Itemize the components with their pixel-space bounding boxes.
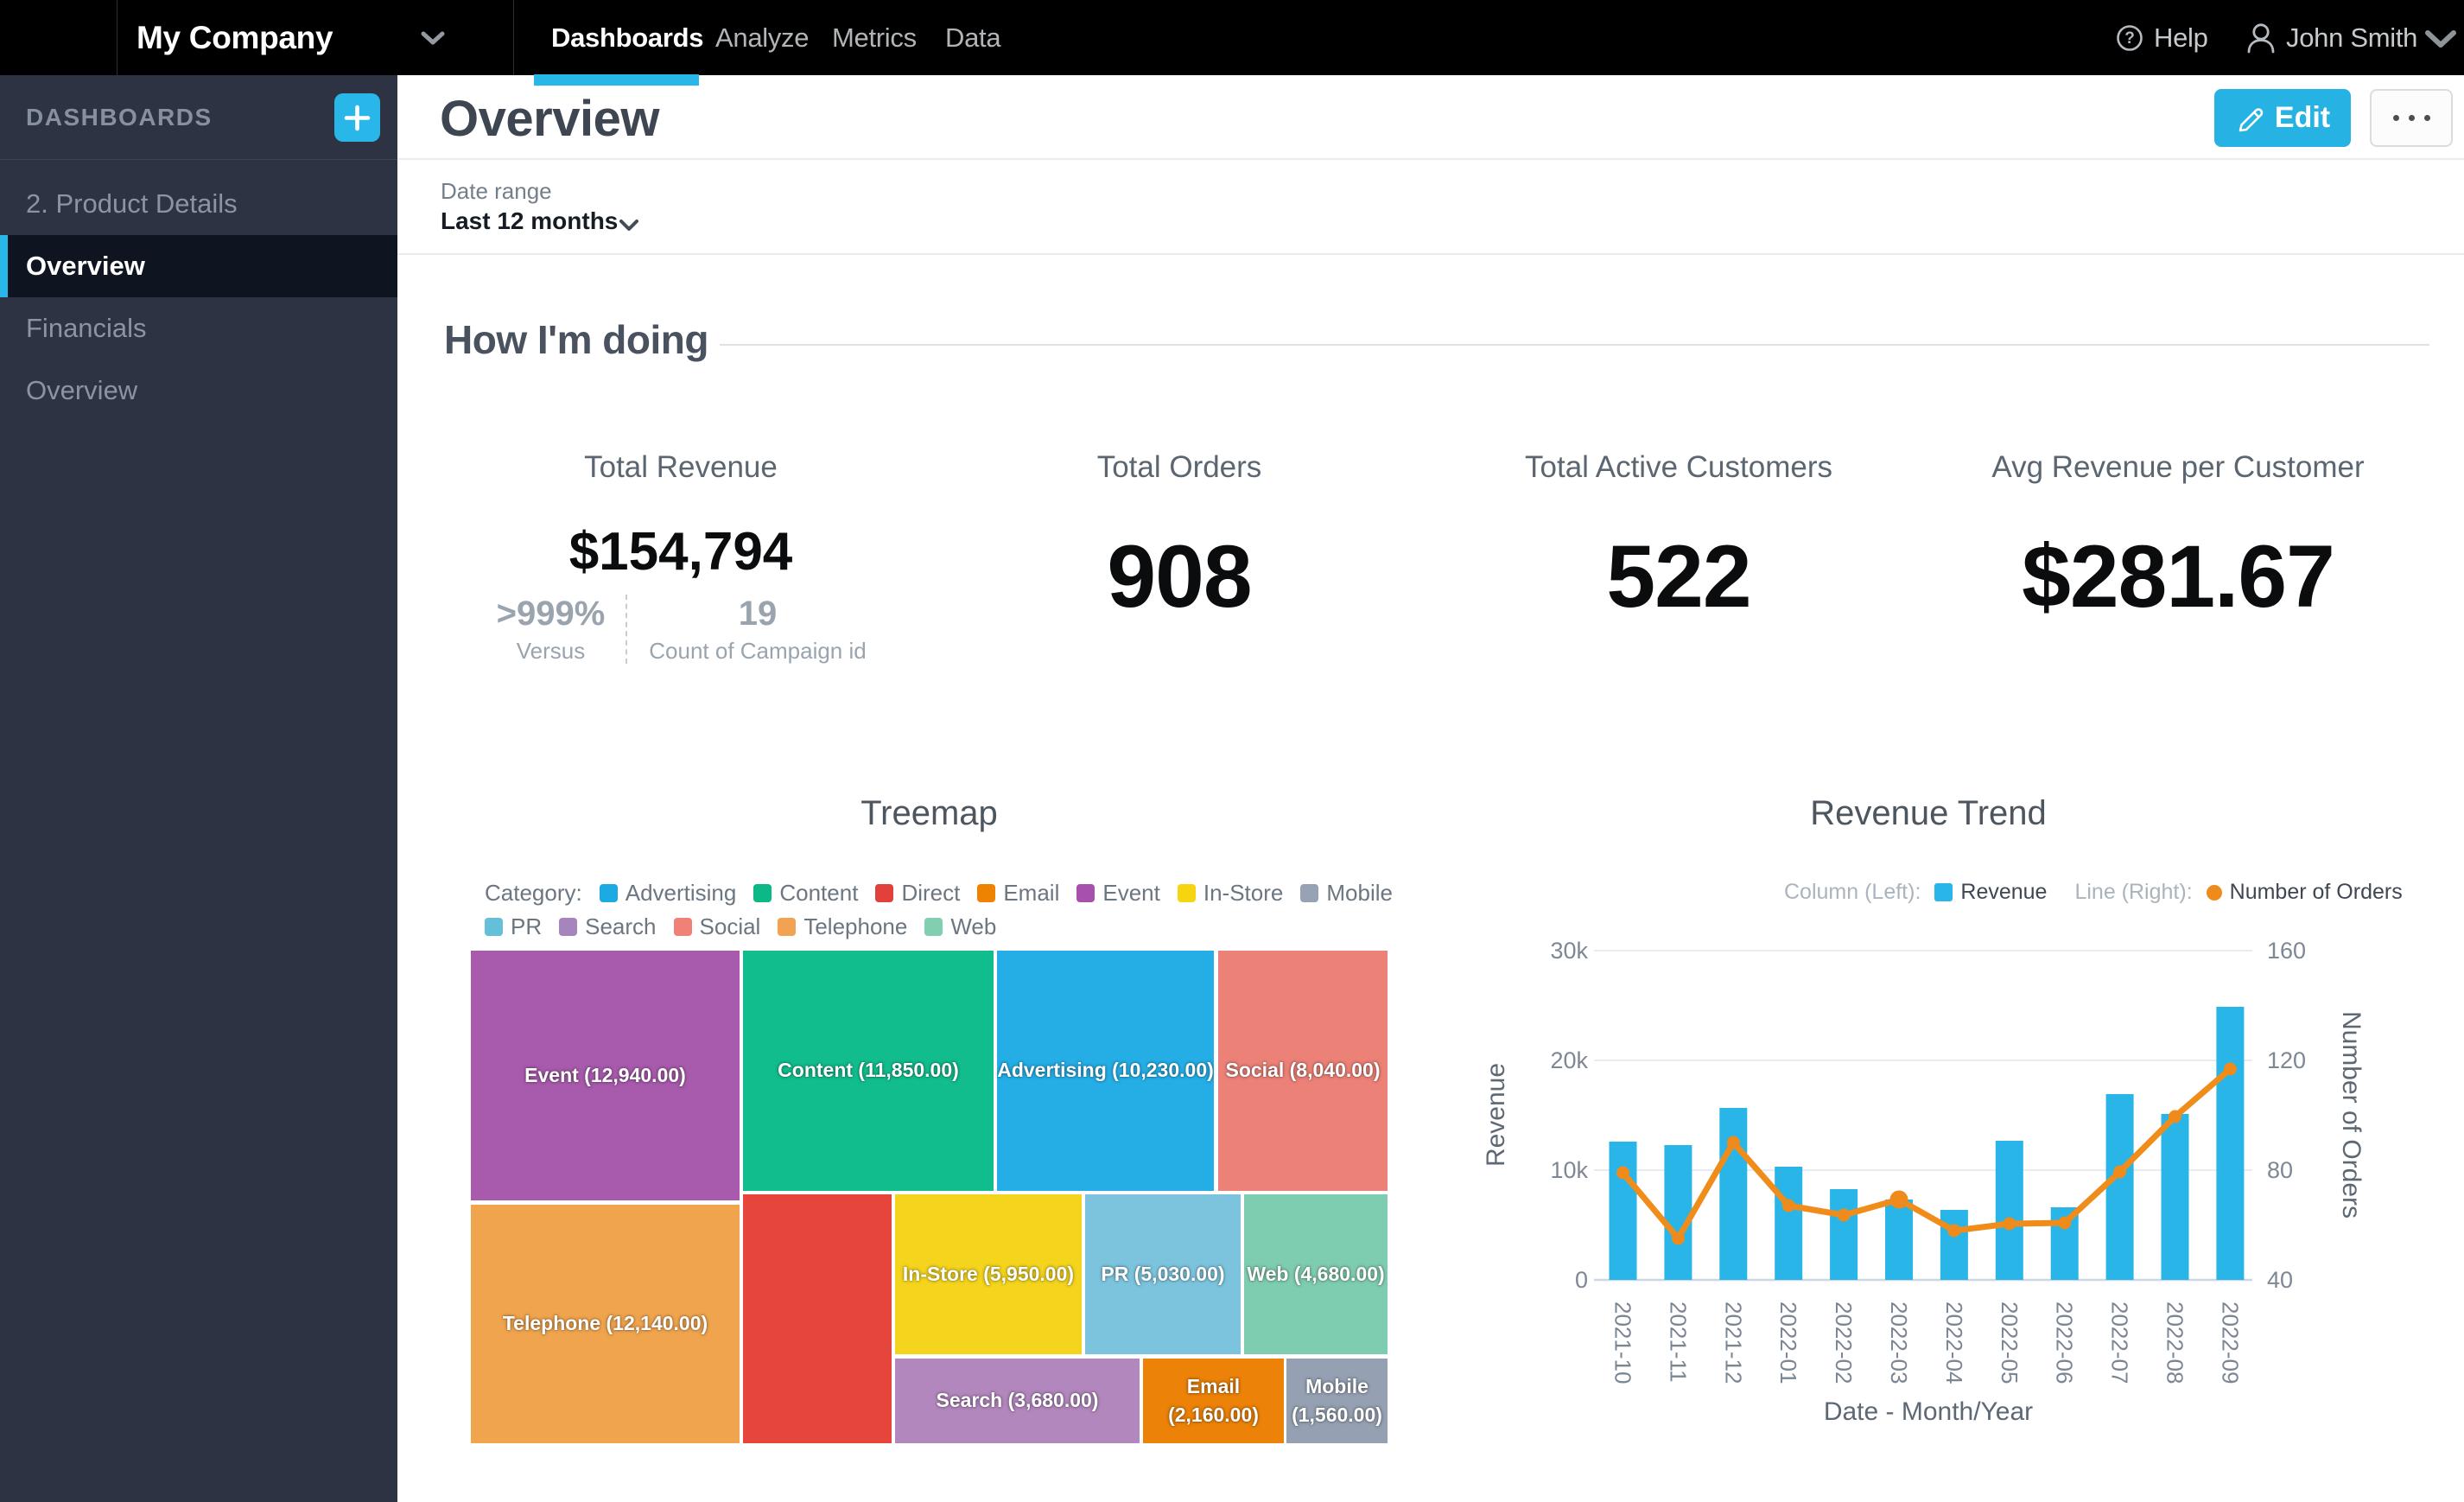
svg-text:2022-04: 2022-04 bbox=[1941, 1302, 1967, 1384]
svg-text:Number of Orders: Number of Orders bbox=[2337, 1011, 2366, 1219]
svg-text:30k: 30k bbox=[1550, 938, 1588, 964]
svg-text:20k: 20k bbox=[1550, 1047, 1588, 1073]
svg-text:Date - Month/Year: Date - Month/Year bbox=[1824, 1397, 2033, 1426]
svg-text:2021-11: 2021-11 bbox=[1665, 1302, 1691, 1383]
svg-text:2022-07: 2022-07 bbox=[2107, 1302, 2133, 1384]
svg-text:80: 80 bbox=[2267, 1157, 2293, 1183]
svg-text:2022-06: 2022-06 bbox=[2052, 1302, 2078, 1384]
svg-text:2022-09: 2022-09 bbox=[2217, 1302, 2243, 1384]
svg-text:Revenue: Revenue bbox=[1482, 1063, 1510, 1167]
svg-text:160: 160 bbox=[2267, 938, 2306, 964]
svg-text:?: ? bbox=[2124, 29, 2135, 48]
svg-text:2022-02: 2022-02 bbox=[1831, 1302, 1857, 1384]
svg-text:2021-12: 2021-12 bbox=[1720, 1302, 1746, 1384]
svg-text:2022-01: 2022-01 bbox=[1775, 1302, 1801, 1384]
svg-text:2022-05: 2022-05 bbox=[1997, 1302, 2023, 1384]
svg-text:0: 0 bbox=[1575, 1267, 1588, 1293]
svg-text:40: 40 bbox=[2267, 1267, 2293, 1293]
svg-text:2021-10: 2021-10 bbox=[1610, 1302, 1636, 1384]
svg-text:2022-08: 2022-08 bbox=[2162, 1302, 2188, 1384]
svg-text:10k: 10k bbox=[1550, 1157, 1588, 1183]
svg-text:2022-03: 2022-03 bbox=[1886, 1302, 1912, 1384]
svg-text:120: 120 bbox=[2267, 1047, 2306, 1073]
